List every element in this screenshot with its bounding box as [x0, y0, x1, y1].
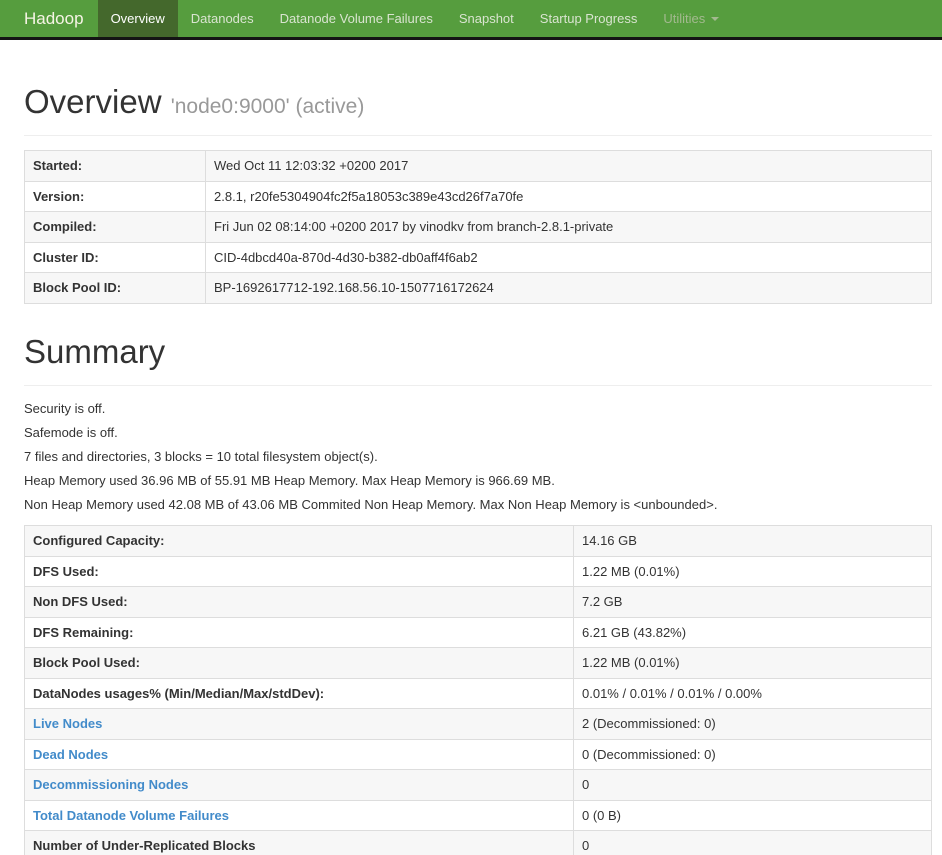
nav-item-label: Startup Progress: [539, 11, 638, 26]
summary-paragraph: Security is off.: [24, 401, 106, 417]
summary-paragraph: Heap Memory used 36.96 MB of 55.91 MB He…: [24, 473, 555, 489]
table-row: Cluster ID: CID-4dbcd40a-870d-4d30-b382-…: [24, 241, 932, 274]
info-row-label: Started:: [24, 150, 206, 182]
nav-item-utilities[interactable]: Utilities: [650, 0, 732, 37]
nav-item-label: Overview: [110, 11, 165, 26]
info-row-label: Cluster ID:: [24, 241, 206, 274]
nav-item-overview[interactable]: Overview: [97, 0, 178, 37]
table-row: Started: Wed Oct 11 12:03:32 +0200 2017: [24, 150, 932, 182]
summary-row-link[interactable]: Decommissioning Nodes: [24, 769, 574, 801]
info-row-value: 2.8.1, r20fe5304904fc2f5a18053c389e43cd2…: [205, 180, 932, 213]
summary-row-value: 14.16 GB: [573, 525, 932, 557]
nav-item-datanodes[interactable]: Datanodes: [178, 0, 267, 37]
divider: [24, 385, 932, 387]
summary-row-label: Number of Under-Replicated Blocks: [24, 830, 574, 855]
nav-menu: Overview Datanodes Datanode Volume Failu…: [97, 0, 733, 37]
table-row: Non DFS Used: 7.2 GB: [24, 586, 932, 618]
table-row: Number of Under-Replicated Blocks 0: [24, 830, 932, 855]
summary-row-value: 0 (0 B): [573, 799, 932, 832]
info-row-value: Fri Jun 02 08:14:00 +0200 2017 by vinodk…: [205, 211, 932, 243]
summary-row-link[interactable]: Dead Nodes: [24, 738, 574, 771]
summary-paragraph: 7 files and directories, 3 blocks = 10 t…: [24, 449, 378, 465]
summary-paragraph: Safemode is off.: [24, 425, 118, 441]
table-row: Live Nodes 2 (Decommissioned: 0): [24, 708, 932, 740]
table-row: Version: 2.8.1, r20fe5304904fc2f5a18053c…: [24, 180, 932, 213]
table-row: Block Pool Used: 1.22 MB (0.01%): [24, 647, 932, 679]
table-row: DataNodes usages% (Min/Median/Max/stdDev…: [24, 677, 932, 710]
table-row: Total Datanode Volume Failures 0 (0 B): [24, 799, 932, 832]
nav-item-snapshot[interactable]: Snapshot: [446, 0, 527, 37]
divider: [24, 135, 932, 137]
table-row: Configured Capacity: 14.16 GB: [24, 525, 932, 557]
info-row-value: Wed Oct 11 12:03:32 +0200 2017: [205, 150, 932, 182]
summary-row-label: DataNodes usages% (Min/Median/Max/stdDev…: [24, 677, 574, 710]
summary-row-value: 1.22 MB (0.01%): [573, 555, 932, 588]
brand-hadoop[interactable]: Hadoop: [0, 0, 98, 37]
info-row-label: Block Pool ID:: [24, 272, 206, 304]
summary-row-value: 1.22 MB (0.01%): [573, 647, 932, 679]
table-row: Compiled: Fri Jun 02 08:14:00 +0200 2017…: [24, 211, 932, 243]
summary-paragraphs: Security is off. Safemode is off. 7 files …: [24, 402, 932, 512]
table-row: Decommissioning Nodes 0: [24, 769, 932, 801]
info-row-value: BP-1692617712-192.168.56.10-150771617262…: [205, 272, 932, 304]
summary-row-value: 6.21 GB (43.82%): [573, 616, 932, 649]
summary-title: Summary: [24, 332, 166, 370]
info-row-value: CID-4dbcd40a-870d-4d30-b382-db0aff4f6ab2: [205, 241, 932, 274]
table-row: Block Pool ID: BP-1692617712-192.168.56.…: [24, 272, 932, 304]
table-row: DFS Used: 1.22 MB (0.01%): [24, 555, 932, 588]
summary-row-label: DFS Remaining:: [24, 616, 574, 649]
summary-row-value: 0: [573, 769, 932, 801]
nav-item-label: Datanode Volume Failures: [279, 11, 433, 26]
info-row-label: Compiled:: [24, 211, 206, 243]
cluster-info-table: Started: Wed Oct 11 12:03:32 +0200 2017 …: [24, 150, 932, 304]
summary-row-label: Non DFS Used:: [24, 586, 574, 618]
summary-row-value: 2 (Decommissioned: 0): [573, 708, 932, 740]
nav-item-label: Utilities: [663, 11, 706, 26]
summary-row-label: Block Pool Used:: [24, 647, 574, 679]
summary-row-label: DFS Used:: [24, 555, 574, 588]
info-row-label: Version:: [24, 180, 206, 213]
table-row: DFS Remaining: 6.21 GB (43.82%): [24, 616, 932, 649]
caret-down-icon: [711, 16, 720, 21]
nav-item-label: Datanodes: [190, 11, 254, 26]
summary-row-value: 0: [573, 830, 932, 855]
summary-row-value: 0 (Decommissioned: 0): [573, 738, 932, 771]
main-content: Overview 'node0:9000' (active) Started: …: [0, 83, 942, 855]
summary-row-value: 0.01% / 0.01% / 0.01% / 0.00%: [573, 677, 932, 710]
summary-row-label: Configured Capacity:: [24, 525, 574, 557]
nav-item-datanode-volume-failures[interactable]: Datanode Volume Failures: [267, 0, 446, 37]
summary-row-link[interactable]: Total Datanode Volume Failures: [24, 799, 574, 832]
page-title: Overview 'node0:9000' (active): [24, 83, 932, 120]
navbar: Hadoop Overview Datanodes Datanode Volum…: [0, 0, 942, 40]
page-subtitle: 'node0:9000' (active): [170, 95, 365, 118]
table-row: Dead Nodes 0 (Decommissioned: 0): [24, 738, 932, 771]
nav-item-label: Snapshot: [458, 11, 514, 26]
nav-item-startup-progress[interactable]: Startup Progress: [527, 0, 651, 37]
summary-row-value: 7.2 GB: [573, 586, 932, 618]
page-title-text: Overview: [24, 83, 162, 120]
summary-table: Configured Capacity: 14.16 GB DFS Used: …: [24, 525, 932, 855]
summary-row-link[interactable]: Live Nodes: [24, 708, 574, 740]
summary-paragraph: Non Heap Memory used 42.08 MB of 43.06 M…: [24, 497, 718, 513]
